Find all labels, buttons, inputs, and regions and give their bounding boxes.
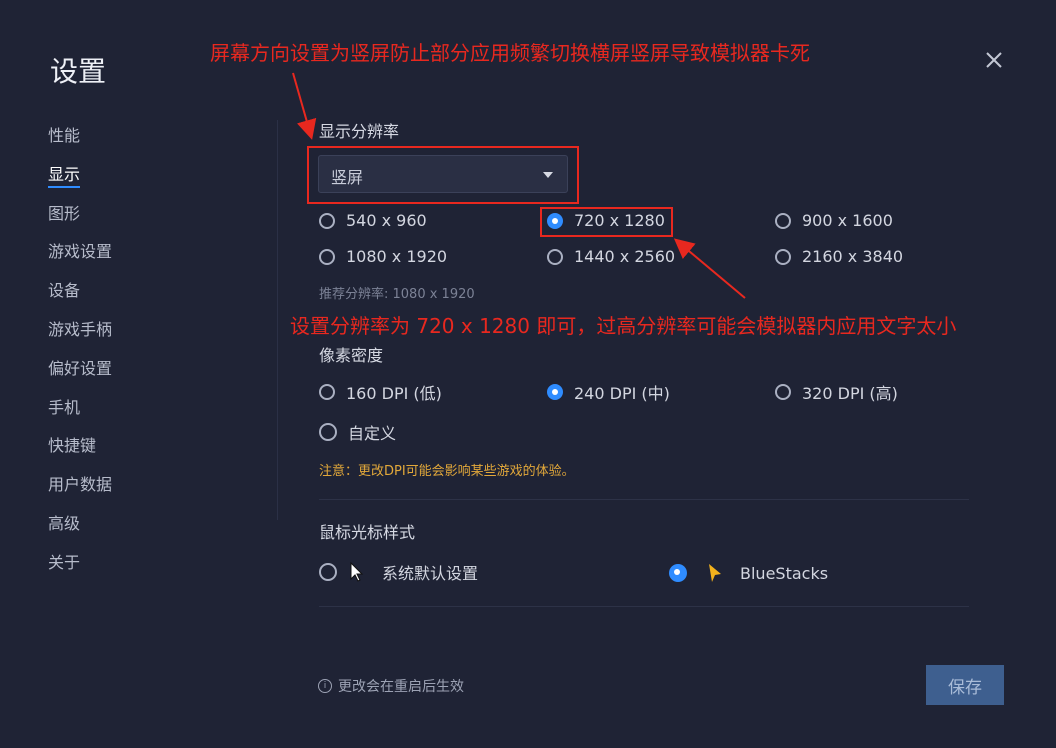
annotation-arrow-middle [673,238,746,299]
annotation-arrows [292,72,746,299]
annotation-arrow-top [292,72,317,140]
settings-dialog: 设置 性能 显示 图形 游戏设置 设备 游戏手柄 偏好设置 手机 快捷键 用户数… [0,0,1056,748]
